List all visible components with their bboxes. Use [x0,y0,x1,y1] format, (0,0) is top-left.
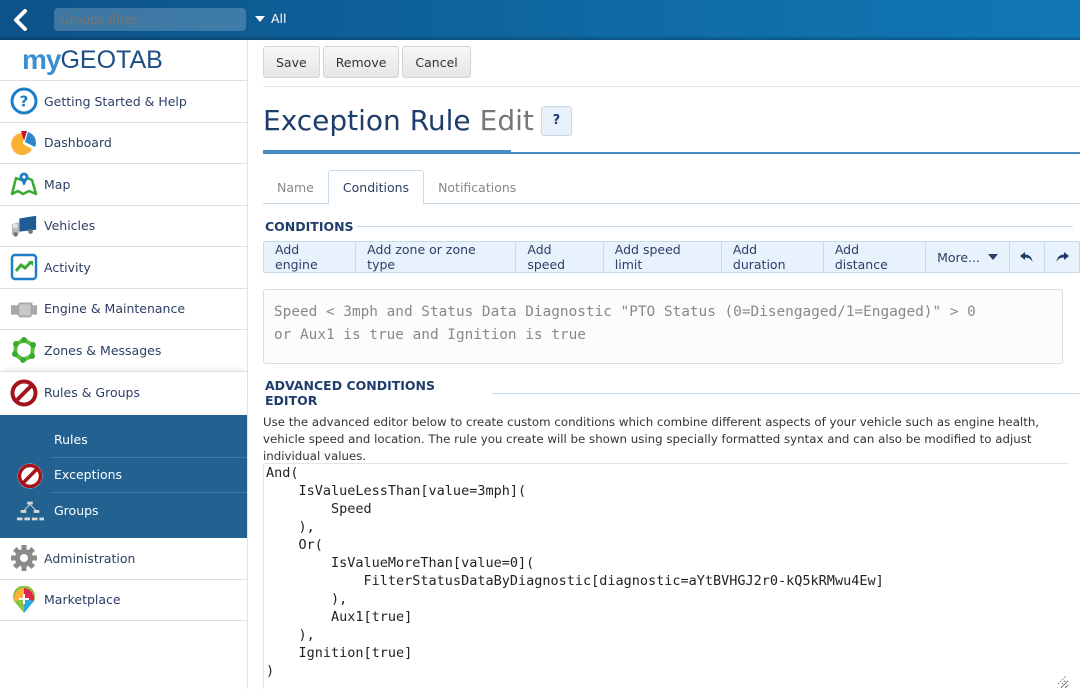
sidebar-item-administration[interactable]: Administration [0,538,247,580]
sidebar: my GEOTAB ? Getting Started & Help Dashbo… [0,40,248,689]
marketplace-icon [10,585,38,614]
prohibited-icon [16,462,44,490]
hierarchy-icon [16,497,44,525]
groups-filter-input[interactable] [54,8,246,31]
sidebar-subitem-label: Exceptions [54,467,123,482]
top-bar: All [0,0,1080,40]
sidebar-item-label: Engine & Maintenance [44,301,186,317]
sidebar-item-engine-maintenance[interactable]: Engine & Maintenance [0,287,247,330]
pie-chart-icon [10,129,38,157]
page-title: Exception Rule Edit ? [263,104,572,137]
more-dropdown-button[interactable]: More... [926,242,1010,272]
heading-divider [491,392,1080,394]
add-duration-button[interactable]: Add duration [722,242,824,272]
rules-groups-submenu: Rules Exceptions Groups [0,414,247,538]
help-button[interactable]: ? [540,105,572,136]
logo-geotab: GEOTAB [60,45,163,74]
summary-line: Speed < 3mph and Status Data Diagnostic … [274,304,976,320]
activity-chart-icon [10,253,38,281]
undo-button[interactable] [1010,242,1045,272]
add-speed-limit-button[interactable]: Add speed limit [604,242,722,272]
chevron-left-icon [14,9,27,31]
advanced-editor-heading: ADVANCED CONDITIONS EDITOR [265,378,1080,408]
svg-text:?: ? [20,93,29,111]
redo-icon [1056,252,1069,262]
toolbar-divider [263,86,1080,87]
conditions-button-bar: Add engine Add zone or zone type Add spe… [263,241,1080,273]
sidebar-item-label: Vehicles [44,218,96,234]
sidebar-item-label: Zones & Messages [44,342,162,358]
sidebar-item-label: Marketplace [44,592,121,608]
advanced-conditions-editor[interactable]: And( IsValueLessThan[value=3mph]( Speed … [263,463,1069,689]
sidebar-item-marketplace[interactable]: Marketplace [0,579,247,621]
sidebar-item-activity[interactable]: Activity [0,246,247,288]
action-toolbar: Save Remove Cancel [263,46,471,78]
sidebar-item-label: Administration [44,550,136,566]
sidebar-item-label: Activity [44,259,91,275]
sidebar-subitem-label: Groups [54,502,99,518]
advanced-heading-text: ADVANCED CONDITIONS EDITOR [265,378,436,408]
redo-button[interactable] [1045,242,1079,272]
remove-button[interactable]: Remove [322,46,400,78]
page-title-text: Exception Rule [263,104,471,137]
tab-bar: Name Conditions Notifications [263,170,1080,205]
more-label: More... [937,249,980,265]
advanced-editor-description: Use the advanced editor below to create … [263,415,1040,463]
heading-divider [356,226,1073,227]
conditions-heading-text: CONDITIONS [265,219,354,234]
sidebar-item-map[interactable]: Map [0,163,247,205]
prohibited-icon [10,379,38,407]
tab-name[interactable]: Name [263,170,328,204]
sidebar-subitem-label: Rules [54,432,88,447]
page-title-suffix: Edit [479,104,534,137]
help-circle-icon: ? [10,87,38,115]
caret-down-icon [255,15,265,22]
sidebar-item-label: Map [44,176,71,192]
undo-icon [1019,252,1033,262]
cancel-button[interactable]: Cancel [402,46,471,78]
sidebar-item-rules-groups[interactable]: Rules & Groups [0,370,247,414]
sidebar-item-zones-messages[interactable]: Zones & Messages [0,329,247,371]
caret-down-icon [987,254,998,260]
sidebar-item-label: Getting Started & Help [44,93,187,109]
gear-icon [10,544,38,572]
tab-conditions[interactable]: Conditions [327,170,425,205]
add-engine-button[interactable]: Add engine [264,242,357,272]
groups-all-dropdown[interactable]: All [255,11,287,26]
sidebar-subitem-rules[interactable]: Rules [50,423,247,458]
tab-notifications[interactable]: Notifications [424,170,530,204]
resize-grip-icon[interactable] [1057,675,1067,685]
sidebar-item-vehicles[interactable]: Vehicles [0,204,247,247]
logo-my: my [22,44,61,75]
sidebar-item-label: Rules & Groups [44,385,140,400]
engine-icon [10,295,38,323]
map-pin-icon [10,170,38,198]
save-button[interactable]: Save [263,46,320,78]
mygeotab-logo[interactable]: my GEOTAB [0,40,247,80]
back-button[interactable] [10,8,34,32]
conditions-summary: Speed < 3mph and Status Data Diagnostic … [263,289,1063,364]
add-distance-button[interactable]: Add distance [824,242,927,272]
truck-icon [10,212,38,240]
sidebar-item-label: Dashboard [44,135,112,151]
zone-icon [10,336,38,364]
sidebar-item-getting-started[interactable]: ? Getting Started & Help [0,80,247,122]
add-speed-button[interactable]: Add speed [516,242,604,272]
all-label: All [271,11,287,26]
sidebar-item-dashboard[interactable]: Dashboard [0,121,247,164]
summary-line: or Aux1 is true and Ignition is true [274,327,586,343]
main-content: Save Remove Cancel Exception Rule Edit ?… [249,40,1080,689]
sidebar-subitem-groups[interactable]: Groups [16,493,247,528]
sidebar-subitem-exceptions[interactable]: Exceptions [17,458,247,493]
conditions-heading: CONDITIONS [265,219,1073,234]
add-zone-button[interactable]: Add zone or zone type [356,242,517,272]
title-underline-accent [263,150,511,154]
